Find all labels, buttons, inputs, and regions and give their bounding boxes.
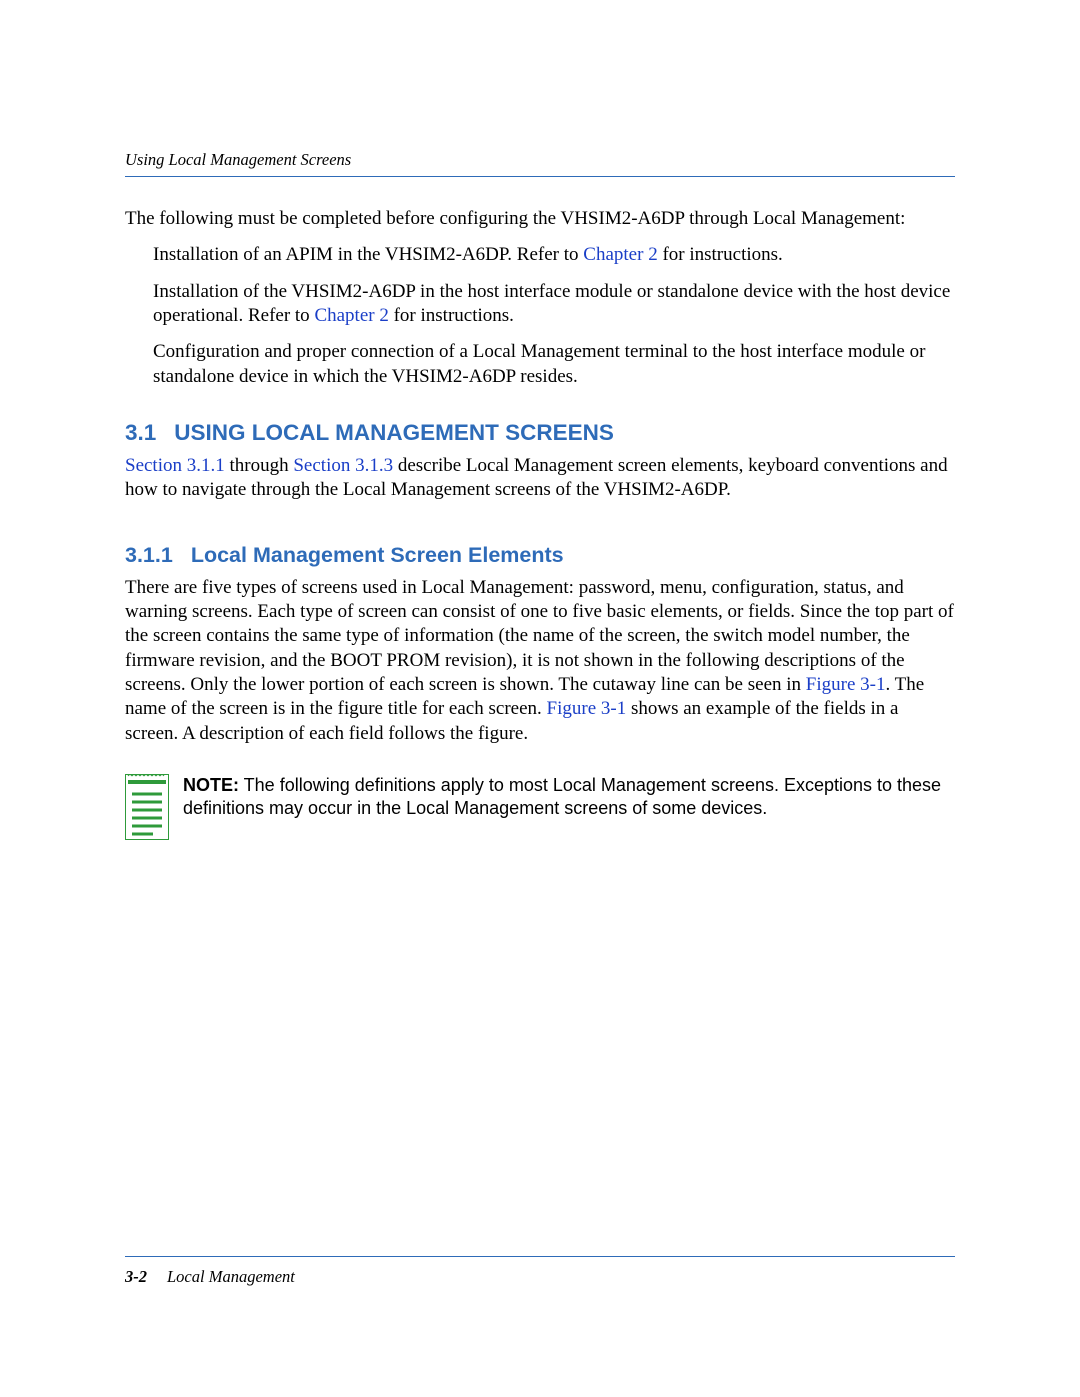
running-header: Using Local Management Screens: [125, 150, 955, 177]
chapter-2-link[interactable]: Chapter 2: [583, 244, 657, 265]
section-number: 3.1: [125, 420, 156, 445]
section-3-1-3-link[interactable]: Section 3.1.3: [293, 455, 393, 476]
intro-bullet-1: Installation of an APIM in the VHSIM2-A6…: [153, 243, 955, 267]
section-number: 3.1.1: [125, 543, 173, 567]
body-content: The following must be completed before c…: [125, 207, 955, 840]
note-icon: [125, 774, 169, 840]
text: Installation of the VHSIM2-A6DP in the h…: [153, 281, 950, 326]
intro-bullet-2: Installation of the VHSIM2-A6DP in the h…: [153, 280, 955, 329]
figure-3-1-link[interactable]: Figure 3-1: [806, 674, 886, 695]
page: Using Local Management Screens The follo…: [0, 0, 1080, 1397]
chapter-2-link[interactable]: Chapter 2: [314, 305, 388, 326]
section-3-1-1-link[interactable]: Section 3.1.1: [125, 455, 225, 476]
section-title: Local Management Screen Elements: [191, 543, 564, 567]
section-3-1-paragraph: Section 3.1.1 through Section 3.1.3 desc…: [125, 454, 955, 503]
chapter-title: Local Management: [167, 1267, 295, 1286]
note-text: NOTE: The following definitions apply to…: [183, 774, 955, 821]
section-3-1-heading: 3.1 USING LOCAL MANAGEMENT SCREENS: [125, 419, 955, 448]
figure-3-1-link[interactable]: Figure 3-1: [547, 698, 627, 719]
note-body: The following definitions apply to most …: [183, 775, 941, 818]
text: for instructions.: [389, 305, 514, 326]
page-number: 3-2: [125, 1267, 147, 1286]
section-3-1-1-paragraph: There are five types of screens used in …: [125, 576, 955, 746]
section-3-1-1-heading: 3.1.1 Local Management Screen Elements: [125, 542, 955, 570]
text: through: [225, 455, 294, 476]
intro-bullet-3: Configuration and proper connection of a…: [153, 340, 955, 389]
text: Installation of an APIM in the VHSIM2-A6…: [153, 244, 583, 265]
note-block: NOTE: The following definitions apply to…: [125, 774, 955, 840]
note-label: NOTE:: [183, 775, 239, 795]
text: for instructions.: [658, 244, 783, 265]
intro-paragraph: The following must be completed before c…: [125, 207, 955, 231]
section-title: USING LOCAL MANAGEMENT SCREENS: [174, 420, 614, 445]
page-footer: 3-2 Local Management: [125, 1256, 955, 1287]
